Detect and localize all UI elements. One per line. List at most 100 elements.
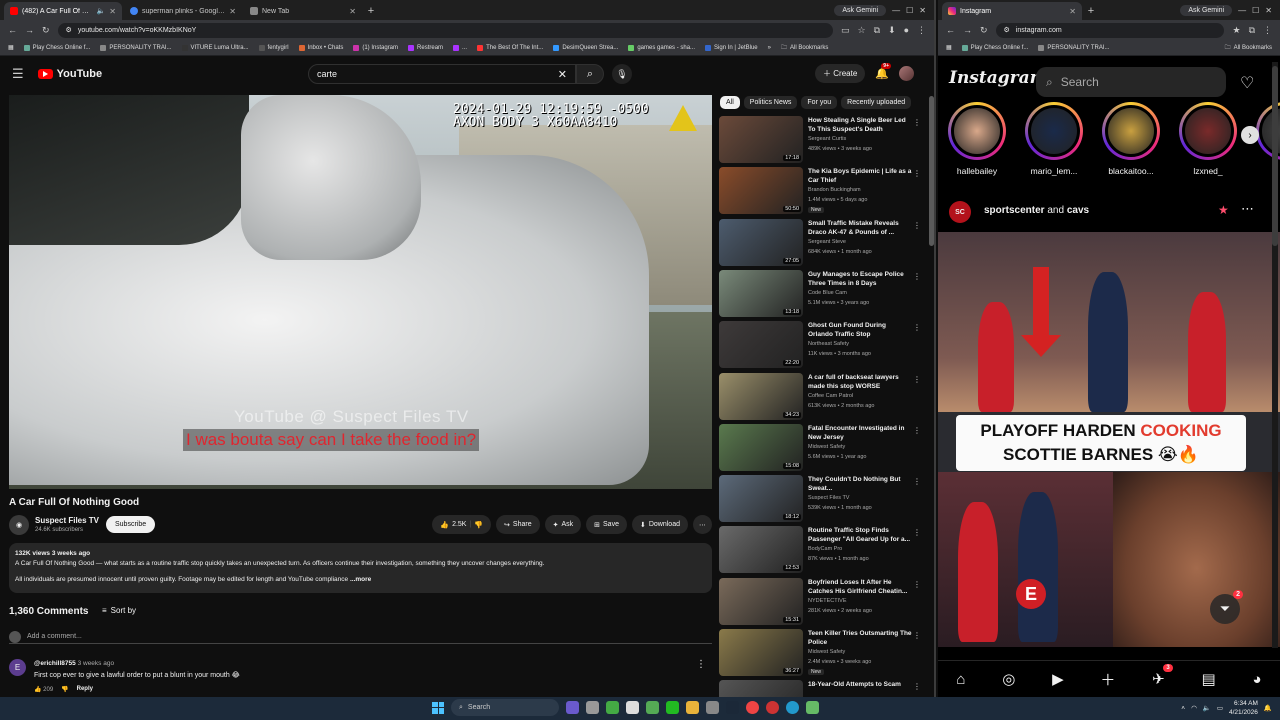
search-input[interactable]: carte ✕	[308, 64, 576, 84]
story-item[interactable]: lzxned_	[1172, 102, 1242, 182]
download-button[interactable]: ⬇ Download	[631, 515, 688, 534]
story-item[interactable]: mario_lem...	[1018, 102, 1088, 182]
tab-new[interactable]: New Tab ✕	[244, 2, 362, 20]
share-filter-button[interactable]: ⏷ 2	[1210, 590, 1243, 624]
recommendation-menu-icon[interactable]: ⋮	[913, 221, 921, 230]
video-thumbnail[interactable]: 22:20	[719, 321, 803, 369]
reload-icon[interactable]: ↻	[42, 25, 50, 36]
recommendation-channel[interactable]: Code Blue Cam	[808, 290, 847, 296]
video-thumbnail[interactable]: 12:53	[719, 526, 803, 574]
hamburger-menu-icon[interactable]: ☰	[12, 66, 24, 82]
battery-icon[interactable]: ▭	[1217, 704, 1223, 712]
bookmark-item[interactable]: ...	[453, 44, 467, 51]
wifi-icon[interactable]: ◠	[1191, 704, 1197, 712]
recommendation-title[interactable]: Routine Traffic Stop Finds Passenger "Al…	[808, 526, 912, 544]
notifications-heart-icon[interactable]: ♡	[1240, 73, 1254, 93]
commenter-name[interactable]: @erichill8755	[34, 660, 76, 667]
bookmark-item[interactable]: DesimQueen Strea...	[553, 44, 618, 51]
close-tab-icon[interactable]: ✕	[229, 7, 236, 16]
recommendation-item[interactable]: 34:23 A car full of backseat lawyers made…	[719, 372, 925, 423]
bookmark-item[interactable]: The Best Of The Int...	[477, 44, 543, 51]
edge-icon[interactable]	[786, 701, 799, 714]
taskbar-search[interactable]: ⌕ Search	[451, 699, 559, 716]
chrome-icon[interactable]	[746, 701, 759, 714]
sort-comments-button[interactable]: ≡ Sort by	[102, 606, 136, 615]
app-icon[interactable]	[566, 701, 579, 714]
apps-icon[interactable]: ▦	[946, 44, 952, 51]
tab-instagram[interactable]: Instagram ✕	[942, 2, 1082, 20]
story-ring[interactable]	[1102, 102, 1160, 160]
bookmark-item[interactable]: Play Chess Online f...	[23, 44, 90, 51]
recommendation-channel[interactable]: Suspect Files TV	[808, 495, 849, 501]
recommendation-item[interactable]: 13:18 Guy Manages to Escape Police Three …	[719, 269, 925, 320]
recommendation-item[interactable]: 15:08 Fatal Encounter Investigated in New…	[719, 423, 925, 474]
youtube-logo[interactable]: YouTube	[37, 68, 102, 80]
bookmark-star-icon[interactable]: ★	[1232, 25, 1240, 36]
video-thumbnail[interactable]	[719, 680, 803, 697]
instagram-logo[interactable]: Instagram	[949, 68, 1048, 88]
story-ring[interactable]	[948, 102, 1006, 160]
close-tab-icon[interactable]: ✕	[1069, 7, 1076, 16]
recommendation-channel[interactable]: Midwest Safety	[808, 649, 845, 655]
bookmark-item[interactable]: Sign In | JetBlue	[705, 44, 758, 51]
favorite-star-icon[interactable]: ★	[1218, 203, 1229, 217]
bookmark-item[interactable]: VITURE Luma Ultra...	[181, 44, 249, 51]
clear-search-icon[interactable]: ✕	[558, 68, 567, 81]
recommendation-title[interactable]: Boyfriend Loses It After He Catches His …	[808, 578, 912, 596]
extensions-icon[interactable]: ⧉	[1249, 25, 1255, 36]
account-avatar[interactable]	[899, 66, 914, 81]
recommendation-title[interactable]: Ghost Gun Found During Orlando Traffic S…	[808, 321, 912, 339]
channel-avatar[interactable]: ◉	[9, 515, 29, 535]
recommendation-title[interactable]: How Stealing A Single Beer Led To This S…	[808, 116, 912, 134]
recommendation-channel[interactable]: Midwest Safety	[808, 444, 845, 450]
thumbs-down-icon[interactable]: 👎	[474, 521, 483, 529]
subscribe-button[interactable]: Subscribe	[106, 516, 156, 533]
profile-icon[interactable]: ●	[904, 25, 909, 35]
all-bookmarks-folder[interactable]: 🗀 All Bookmarks	[1225, 43, 1272, 53]
recommendation-channel[interactable]: Brandon Buckingham	[808, 187, 861, 193]
video-thumbnail[interactable]: 18:12	[719, 475, 803, 523]
video-description[interactable]: 132K views 3 weeks ago A Car Full Of Not…	[9, 543, 712, 593]
app-icon[interactable]	[626, 701, 639, 714]
bookmark-item[interactable]: games games - sha...	[628, 44, 695, 51]
bookmark-item[interactable]: PERSONALITY TRAI...	[1038, 44, 1110, 51]
minimize-icon[interactable]: —	[1238, 6, 1246, 15]
messages-icon[interactable]: ✈ 3	[1152, 664, 1173, 688]
page-scrollbar[interactable]	[929, 96, 934, 246]
site-info-icon[interactable]: ⚙	[1004, 26, 1010, 34]
recommendation-menu-icon[interactable]: ⋮	[913, 118, 921, 127]
story-item[interactable]: hallebailey	[941, 102, 1011, 182]
ask-button[interactable]: ✦ Ask	[544, 515, 582, 534]
recommendation-channel[interactable]: BodyCam Pro	[808, 546, 842, 552]
recommendation-menu-icon[interactable]: ⋮	[913, 528, 921, 537]
recommendation-title[interactable]: Teen Killer Tries Outsmarting The Police	[808, 629, 912, 647]
commenter-avatar[interactable]: E	[9, 659, 26, 676]
back-icon[interactable]: ←	[8, 25, 17, 35]
notifications-bell-icon[interactable]: 🔔 9+	[875, 63, 891, 80]
video-player[interactable]: 2024-01-29 12:19:59 -0500 AXON BODY 3 X60…	[9, 95, 712, 489]
recommendation-item[interactable]: 18-Year-Old Attempts to Scam ⋮	[719, 680, 925, 697]
file-explorer-icon[interactable]	[686, 701, 699, 714]
post-avatar[interactable]: SC	[949, 201, 971, 223]
menu-icon[interactable]: ⋮	[1263, 25, 1272, 36]
chip-recently-uploaded[interactable]: Recently uploaded	[841, 96, 912, 109]
post-author[interactable]: sportscenter and cavs	[984, 205, 1089, 216]
bookmark-item[interactable]: Restream	[408, 44, 443, 51]
comment-like-button[interactable]: 👍 209	[34, 686, 53, 693]
notifications-icon[interactable]: 🔔	[1264, 704, 1272, 712]
instagram-scrollbar[interactable]	[1272, 62, 1278, 648]
story-ring[interactable]	[1179, 102, 1237, 160]
comment-dislike-icon[interactable]: 👎	[61, 686, 68, 693]
bookmark-item[interactable]: (1) Instagram	[353, 44, 398, 51]
create-post-icon[interactable]: ＋	[1100, 669, 1115, 690]
video-thumbnail[interactable]: 15:08	[719, 423, 803, 471]
forward-icon[interactable]: →	[963, 25, 972, 35]
channel-name[interactable]: Suspect Files TV	[35, 516, 99, 525]
recommendation-channel[interactable]: NYDETECTIVE	[808, 598, 847, 604]
app-icon[interactable]	[806, 701, 819, 714]
app-icon[interactable]	[606, 701, 619, 714]
reply-button[interactable]: Reply	[77, 686, 93, 693]
recommendation-item[interactable]: 17:18 How Stealing A Single Beer Led To T…	[719, 116, 925, 166]
recommendation-menu-icon[interactable]: ⋮	[913, 323, 921, 332]
recommendation-item[interactable]: 12:53 Routine Traffic Stop Finds Passenge…	[719, 526, 925, 576]
